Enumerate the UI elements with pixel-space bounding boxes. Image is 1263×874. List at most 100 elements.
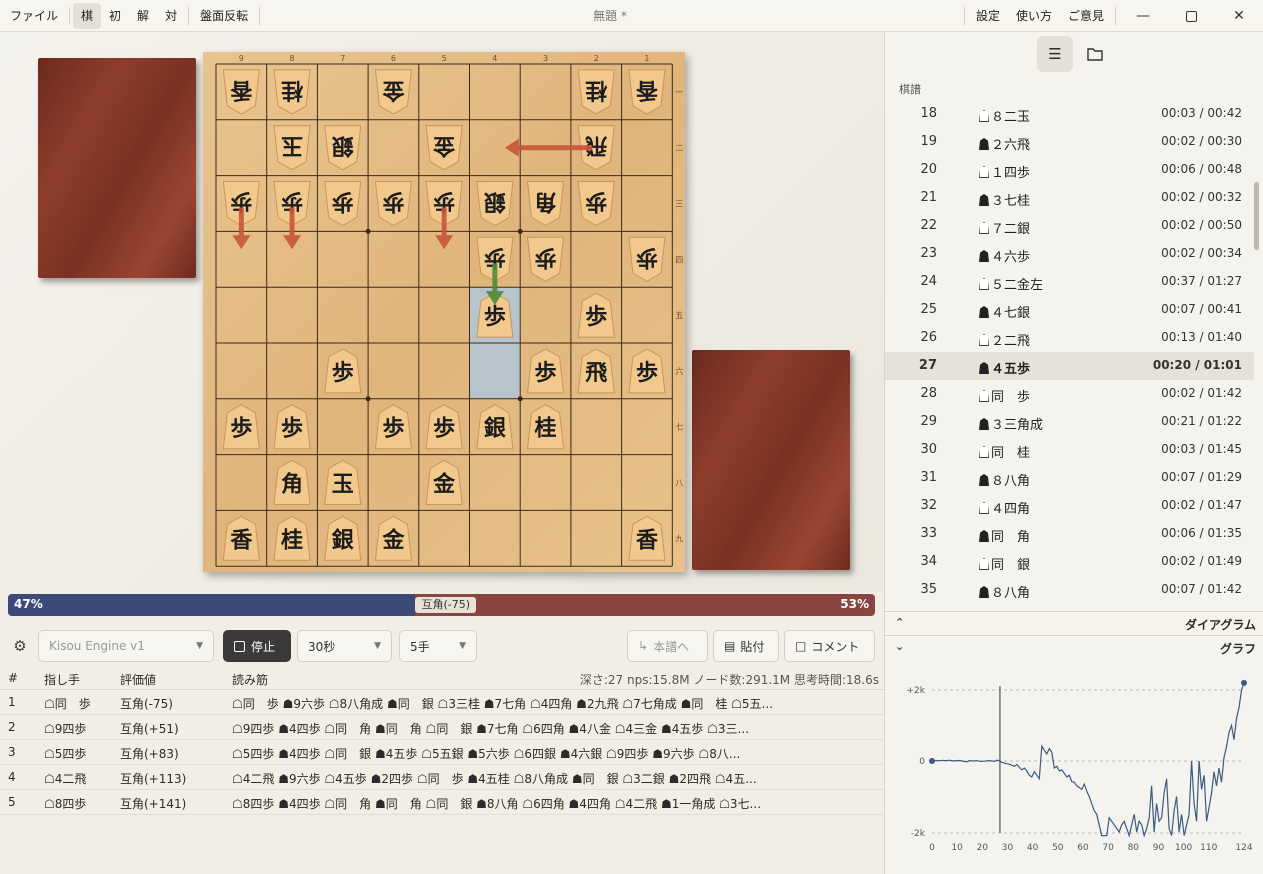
kifu-move-row[interactable]: 30 同 桂 00:03 / 01:45 <box>885 436 1254 464</box>
star-point <box>365 228 371 234</box>
pv-row[interactable]: 3 ☖5四歩 互角(+83) ☖5四歩 ☗4四歩 ☖同 銀 ☗4五歩 ☖5五銀 ☗5六… <box>0 740 884 765</box>
shogi-piece[interactable]: 歩 <box>374 404 413 450</box>
engine-controls: ⚙ Kisou Engine v1 ▼ 停止 30秒 ▼ 5手 ▼ ↳ 本譜へ … <box>0 626 884 666</box>
kifu-move-row[interactable]: 31 ８八角 00:07 / 01:29 <box>885 464 1254 492</box>
kifu-label: 棋譜 <box>899 83 921 96</box>
shogi-piece[interactable]: 歩 <box>526 348 565 394</box>
shogi-piece[interactable]: 香 <box>222 515 260 561</box>
shogi-piece[interactable]: 角 <box>526 181 565 227</box>
shogi-piece[interactable]: 歩 <box>577 181 615 227</box>
shogi-piece[interactable]: 桂 <box>273 69 311 115</box>
kifu-move-row[interactable]: 20 １四歩 00:06 / 00:48 <box>885 156 1254 184</box>
kifu-move-row[interactable]: 32 ４四角 00:02 / 01:47 <box>885 492 1254 520</box>
move-time: 00:13 / 01:40 <box>1161 330 1242 344</box>
pv-row[interactable]: 2 ☖9四歩 互角(+51) ☖9四歩 ☗4四歩 ☖同 角 ☗同 角 ☖同 銀 ☗7七… <box>0 715 884 740</box>
pv-row[interactable]: 1 ☖同 歩 互角(-75) ☖同 歩 ☗9六歩 ☖8八角成 ☗同 銀 ☖3三桂 ☗7… <box>0 690 884 715</box>
kifu-move-row[interactable]: 26 ２二飛 00:13 / 01:40 <box>885 324 1254 352</box>
shogi-piece[interactable]: 金 <box>374 515 413 561</box>
shogi-piece[interactable]: 玉 <box>324 459 362 505</box>
mode-versus[interactable]: 対 <box>157 3 185 29</box>
kifu-move-row[interactable]: 21 ３七桂 00:02 / 00:32 <box>885 184 1254 212</box>
shogi-piece[interactable]: 飛 <box>577 348 615 394</box>
return-to-kifu-button[interactable]: ↳ 本譜へ <box>627 630 708 662</box>
piece-label: 金 <box>432 472 456 498</box>
graph-y-tick: +2k <box>907 686 926 696</box>
shogi-piece[interactable]: 銀 <box>324 515 362 561</box>
time-select[interactable]: 30秒 ▼ <box>297 630 392 662</box>
shogi-piece[interactable]: 金 <box>425 125 463 171</box>
shogi-piece[interactable]: 角 <box>273 459 311 505</box>
engine-select[interactable]: Kisou Engine v1 ▼ <box>38 630 214 662</box>
shogi-piece[interactable]: 桂 <box>273 515 311 561</box>
shogi-piece[interactable]: 歩 <box>324 181 362 227</box>
shogi-piece[interactable]: 歩 <box>628 348 666 394</box>
close-icon[interactable]: ✕ <box>1215 0 1263 32</box>
board-grid[interactable]: 9 8 7 6 5 4 3 2 1一二三四五六七八九香桂金桂香玉銀金飛歩歩歩歩歩銀角歩歩歩歩歩歩… <box>203 52 685 572</box>
shogi-piece[interactable]: 歩 <box>628 236 666 282</box>
gote-piece-icon <box>979 334 989 346</box>
tab-kifu[interactable]: ☰ <box>1037 36 1073 72</box>
shogi-piece[interactable]: 歩 <box>222 404 260 450</box>
stop-button[interactable]: 停止 <box>223 630 291 662</box>
shogi-piece[interactable]: 香 <box>222 69 260 115</box>
shogi-piece[interactable]: 歩 <box>324 348 362 394</box>
shogi-piece[interactable]: 香 <box>628 515 666 561</box>
kifu-move-row[interactable]: 34 同 銀 00:02 / 01:49 <box>885 548 1254 576</box>
gote-piece-stand[interactable] <box>38 58 196 278</box>
kifu-move-row[interactable]: 29 ３三角成 00:21 / 01:22 <box>885 408 1254 436</box>
kifu-move-row[interactable]: 22 ７二銀 00:02 / 00:50 <box>885 212 1254 240</box>
kifu-move-row[interactable]: 28 同 歩 00:02 / 01:42 <box>885 380 1254 408</box>
shogi-piece[interactable]: 玉 <box>273 125 311 171</box>
kifu-move-row[interactable]: 35 ８八角 00:07 / 01:42 <box>885 576 1254 604</box>
mode-kifu[interactable]: 棋 <box>73 2 102 29</box>
file-menu[interactable]: ファイル <box>2 3 66 29</box>
file-label: 5 <box>442 54 447 63</box>
comment-button[interactable]: □ コメント <box>784 630 875 662</box>
kifu-scrollbar[interactable] <box>1254 182 1259 250</box>
kifu-move-row[interactable]: 24 ５二金左 00:37 / 01:27 <box>885 268 1254 296</box>
shogi-board[interactable]: 987654321一二三四五六七八九香桂金桂香玉銀金飛歩歩歩歩歩銀角歩歩歩歩歩歩… <box>203 52 685 572</box>
shogi-piece[interactable]: 桂 <box>577 69 615 115</box>
shogi-piece[interactable]: 銀 <box>476 181 514 227</box>
shogi-piece[interactable]: 金 <box>425 459 463 505</box>
shogi-piece[interactable]: 歩 <box>273 404 311 450</box>
depth-select[interactable]: 5手 ▼ <box>399 630 477 662</box>
eval-graph[interactable]: +2k0-2k0 10 20 30 40 50 60 70 80 90 100 110 124 <box>885 656 1263 874</box>
pv-row[interactable]: 4 ☖4二飛 互角(+113) ☖4二飛 ☗9六歩 ☖4五歩 ☗2四歩 ☖同 歩 ☗4… <box>0 765 884 790</box>
pv-row[interactable]: 5 ☖8四歩 互角(+141) ☖8四歩 ☗4四歩 ☖同 角 ☗同 角 ☖同 銀 ☗8… <box>0 790 884 815</box>
kifu-move-row[interactable]: 27 ４五歩 00:20 / 01:01 <box>885 352 1254 380</box>
diagram-section-header[interactable]: ⌃ ダイアグラム <box>885 611 1263 635</box>
mode-initial[interactable]: 初 <box>101 3 129 29</box>
feedback-button[interactable]: ご意見 <box>1060 3 1112 29</box>
graph-x-tick: 90 <box>1153 843 1165 853</box>
sente-piece-stand[interactable] <box>692 350 850 570</box>
shogi-piece[interactable]: 銀 <box>476 404 514 450</box>
kifu-move-row[interactable]: 18 ８二玉 00:03 / 00:42 <box>885 100 1254 128</box>
piece-label: 香 <box>636 527 658 553</box>
gear-icon[interactable]: ⚙ <box>11 637 29 655</box>
kifu-move-row[interactable]: 25 ４七銀 00:07 / 00:41 <box>885 296 1254 324</box>
maximize-icon[interactable] <box>1167 0 1215 32</box>
shogi-piece[interactable]: 桂 <box>526 404 565 450</box>
kifu-move-row[interactable]: 23 ４六歩 00:02 / 00:34 <box>885 240 1254 268</box>
mode-analysis[interactable]: 解 <box>129 3 157 29</box>
kifu-move-row[interactable]: 19 ２六飛 00:02 / 00:30 <box>885 128 1254 156</box>
file-label: 3 <box>543 54 548 63</box>
shogi-piece[interactable]: 歩 <box>577 292 615 338</box>
shogi-piece[interactable]: 歩 <box>526 236 565 282</box>
shogi-piece[interactable]: 歩 <box>374 181 413 227</box>
help-button[interactable]: 使い方 <box>1008 3 1060 29</box>
shogi-piece[interactable]: 金 <box>374 69 413 115</box>
shogi-piece[interactable]: 銀 <box>324 125 362 171</box>
paste-button[interactable]: ▤ 貼付 <box>713 630 779 662</box>
shogi-piece[interactable]: 香 <box>628 69 666 115</box>
settings-button[interactable]: 設定 <box>968 3 1008 29</box>
tab-files[interactable] <box>1077 36 1113 72</box>
pv-header-no: # <box>8 671 19 685</box>
kifu-move-row[interactable]: 33 同 角 00:06 / 01:35 <box>885 520 1254 548</box>
eval-bar: 47% 互角(-75) 53% <box>8 594 875 616</box>
move-number: 27 <box>918 358 937 373</box>
shogi-piece[interactable]: 歩 <box>425 404 463 450</box>
minimize-icon[interactable]: — <box>1119 0 1167 32</box>
flip-board-button[interactable]: 盤面反転 <box>192 3 256 29</box>
